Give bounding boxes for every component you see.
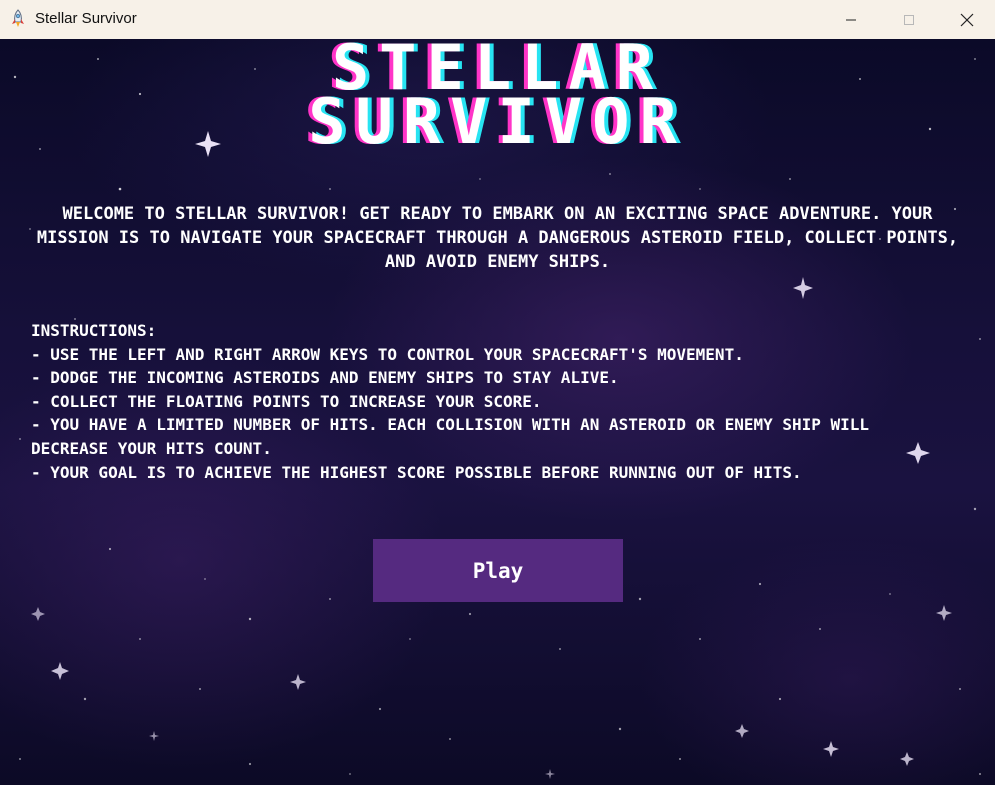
rocket-icon [9, 9, 27, 29]
close-button[interactable] [938, 0, 995, 39]
maximize-button[interactable] [880, 0, 938, 39]
game-screen: STELLAR SURVIVOR WELCOME TO STELLAR SURV… [0, 39, 995, 785]
close-icon [960, 13, 974, 26]
instructions-block: INSTRUCTIONS: - USE THE LEFT AND RIGHT A… [31, 319, 951, 484]
instructions-heading: INSTRUCTIONS: [31, 321, 157, 340]
instruction-item: - COLLECT THE FLOATING POINTS TO INCREAS… [31, 391, 542, 411]
title-bar[interactable]: Stellar Survivor [0, 0, 995, 39]
minimize-button[interactable] [822, 0, 880, 39]
instruction-item: - USE THE LEFT AND RIGHT ARROW KEYS TO C… [31, 344, 744, 364]
welcome-text: WELCOME TO STELLAR SURVIVOR! GET READY T… [36, 204, 959, 272]
minimize-icon [846, 19, 856, 20]
instruction-item: - YOU HAVE A LIMITED NUMBER OF HITS. EAC… [31, 415, 870, 458]
window-title: Stellar Survivor [35, 10, 137, 27]
game-title: STELLAR SURVIVOR [0, 39, 995, 158]
instruction-item: - DODGE THE INCOMING ASTEROIDS AND ENEMY… [31, 368, 619, 388]
maximize-icon [904, 14, 914, 25]
app-window: Stellar Survivor STELLAR SURVIVOR WELCOM… [0, 0, 995, 785]
play-button[interactable]: Play [373, 539, 623, 602]
game-title-line2: SURVIVOR [308, 85, 687, 158]
instruction-item: - YOUR GOAL IS TO ACHIEVE THE HIGHEST SC… [31, 462, 802, 482]
